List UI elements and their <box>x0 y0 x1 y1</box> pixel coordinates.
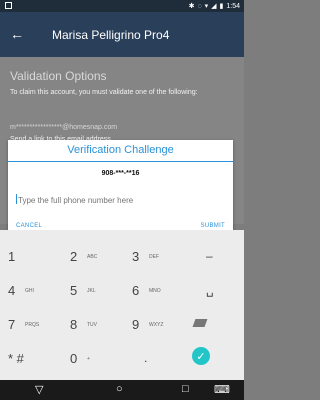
key-dash-label: – <box>206 249 213 263</box>
key-8[interactable]: 8 TUV <box>62 311 110 336</box>
cancel-button[interactable]: CANCEL <box>16 223 42 229</box>
wifi-icon: ▾ <box>204 3 209 10</box>
key-2-sub: ABC <box>87 254 98 260</box>
back-triangle-icon[interactable]: ▽ <box>35 383 43 396</box>
key-5[interactable]: 5 JKL <box>62 277 110 302</box>
vibrate-icon: ◌ <box>197 2 202 10</box>
phone-input-field[interactable] <box>16 190 225 210</box>
key-1[interactable]: 1 <box>0 243 48 268</box>
keyboard-row-1: 1 2 ABC 3 DEF – <box>0 243 244 268</box>
top-app-bar: ← Marisa Pelligrino Pro4 <box>0 12 244 57</box>
validation-instruction: To claim this account, you must validate… <box>10 89 198 96</box>
key-symbols[interactable]: * # <box>0 345 48 370</box>
key-7[interactable]: 7 PRQS <box>0 311 48 336</box>
status-bar: ✱ ◌ ▾ ◢ ▮ 1:54 <box>0 0 244 12</box>
key-6[interactable]: 6 MNO <box>124 277 172 302</box>
key-8-label: 8 <box>70 317 78 332</box>
numeric-keyboard: 1 2 ABC 3 DEF – 4 GHI 5 JKL 6 MNO ␣ 7 PRQS 8 TU… <box>0 230 244 380</box>
space-key-label: ␣ <box>206 283 214 297</box>
backspace-icon[interactable] <box>186 311 234 336</box>
phone-input[interactable] <box>16 191 225 210</box>
key-4-sub: GHI <box>25 288 34 294</box>
key-9-label: 9 <box>132 317 140 332</box>
key-4-label: 4 <box>8 283 16 298</box>
key-8-sub: TUV <box>87 322 97 328</box>
system-nav-bar: ▽ ○ □ ⌨ <box>0 380 244 400</box>
status-time: 1:54 <box>226 2 240 10</box>
key-dash[interactable]: – <box>186 243 234 268</box>
check-icon: ✓ <box>192 347 210 365</box>
key-0-sub: + <box>87 356 90 362</box>
key-2-label: 2 <box>70 249 78 264</box>
key-7-label: 7 <box>8 317 16 332</box>
status-right: ✱ ◌ ▾ ◢ ▮ 1:54 <box>188 2 240 11</box>
key-3-sub: DEF <box>149 254 159 260</box>
notification-icon <box>5 2 12 9</box>
verification-dialog: Verification Challenge 908-***-**16 CANC… <box>8 140 233 240</box>
keyboard-row-3: 7 PRQS 8 TUV 9 WXYZ <box>0 311 244 336</box>
key-0-label: 0 <box>70 351 78 366</box>
key-dot[interactable]: . <box>124 345 172 370</box>
key-5-sub: JKL <box>87 288 96 294</box>
key-symbols-label: * # <box>8 351 24 366</box>
submit-button[interactable]: SUBMIT <box>201 223 225 229</box>
key-4[interactable]: 4 GHI <box>0 277 48 302</box>
page-title: Marisa Pelligrino Pro4 <box>52 28 170 42</box>
recent-square-icon[interactable]: □ <box>182 383 189 395</box>
key-dot-label: . <box>144 351 148 365</box>
keyboard-row-2: 4 GHI 5 JKL 6 MNO ␣ <box>0 277 244 302</box>
keyboard-icon[interactable]: ⌨ <box>214 383 230 396</box>
dialog-title-divider <box>8 161 233 162</box>
key-9[interactable]: 9 WXYZ <box>124 311 172 336</box>
keyboard-row-4: * # 0 + . ✓ <box>0 345 244 370</box>
masked-phone-number: 908-***-**16 <box>101 170 140 177</box>
back-arrow-icon[interactable]: ← <box>10 26 24 42</box>
bluetooth-icon: ✱ <box>188 3 195 10</box>
key-7-sub: PRQS <box>25 322 40 328</box>
key-3[interactable]: 3 DEF <box>124 243 172 268</box>
key-6-sub: MNO <box>149 288 161 294</box>
key-3-label: 3 <box>132 249 140 264</box>
validation-heading: Validation Options <box>10 69 107 83</box>
key-9-sub: WXYZ <box>149 322 164 328</box>
key-1-label: 1 <box>8 249 16 264</box>
backspace-shape <box>192 319 208 327</box>
dialog-title: Verification Challenge <box>67 144 174 156</box>
battery-icon: ▮ <box>219 3 224 10</box>
text-cursor <box>16 194 17 204</box>
space-key[interactable]: ␣ <box>186 277 234 302</box>
home-circle-icon[interactable]: ○ <box>116 383 123 395</box>
enter-key[interactable]: ✓ <box>186 345 234 370</box>
key-5-label: 5 <box>70 283 78 298</box>
signal-icon: ◢ <box>211 3 217 10</box>
key-0[interactable]: 0 + <box>62 345 110 370</box>
key-2[interactable]: 2 ABC <box>62 243 110 268</box>
key-6-label: 6 <box>132 283 140 298</box>
masked-email: m*****************@homesnap.com <box>10 124 118 131</box>
